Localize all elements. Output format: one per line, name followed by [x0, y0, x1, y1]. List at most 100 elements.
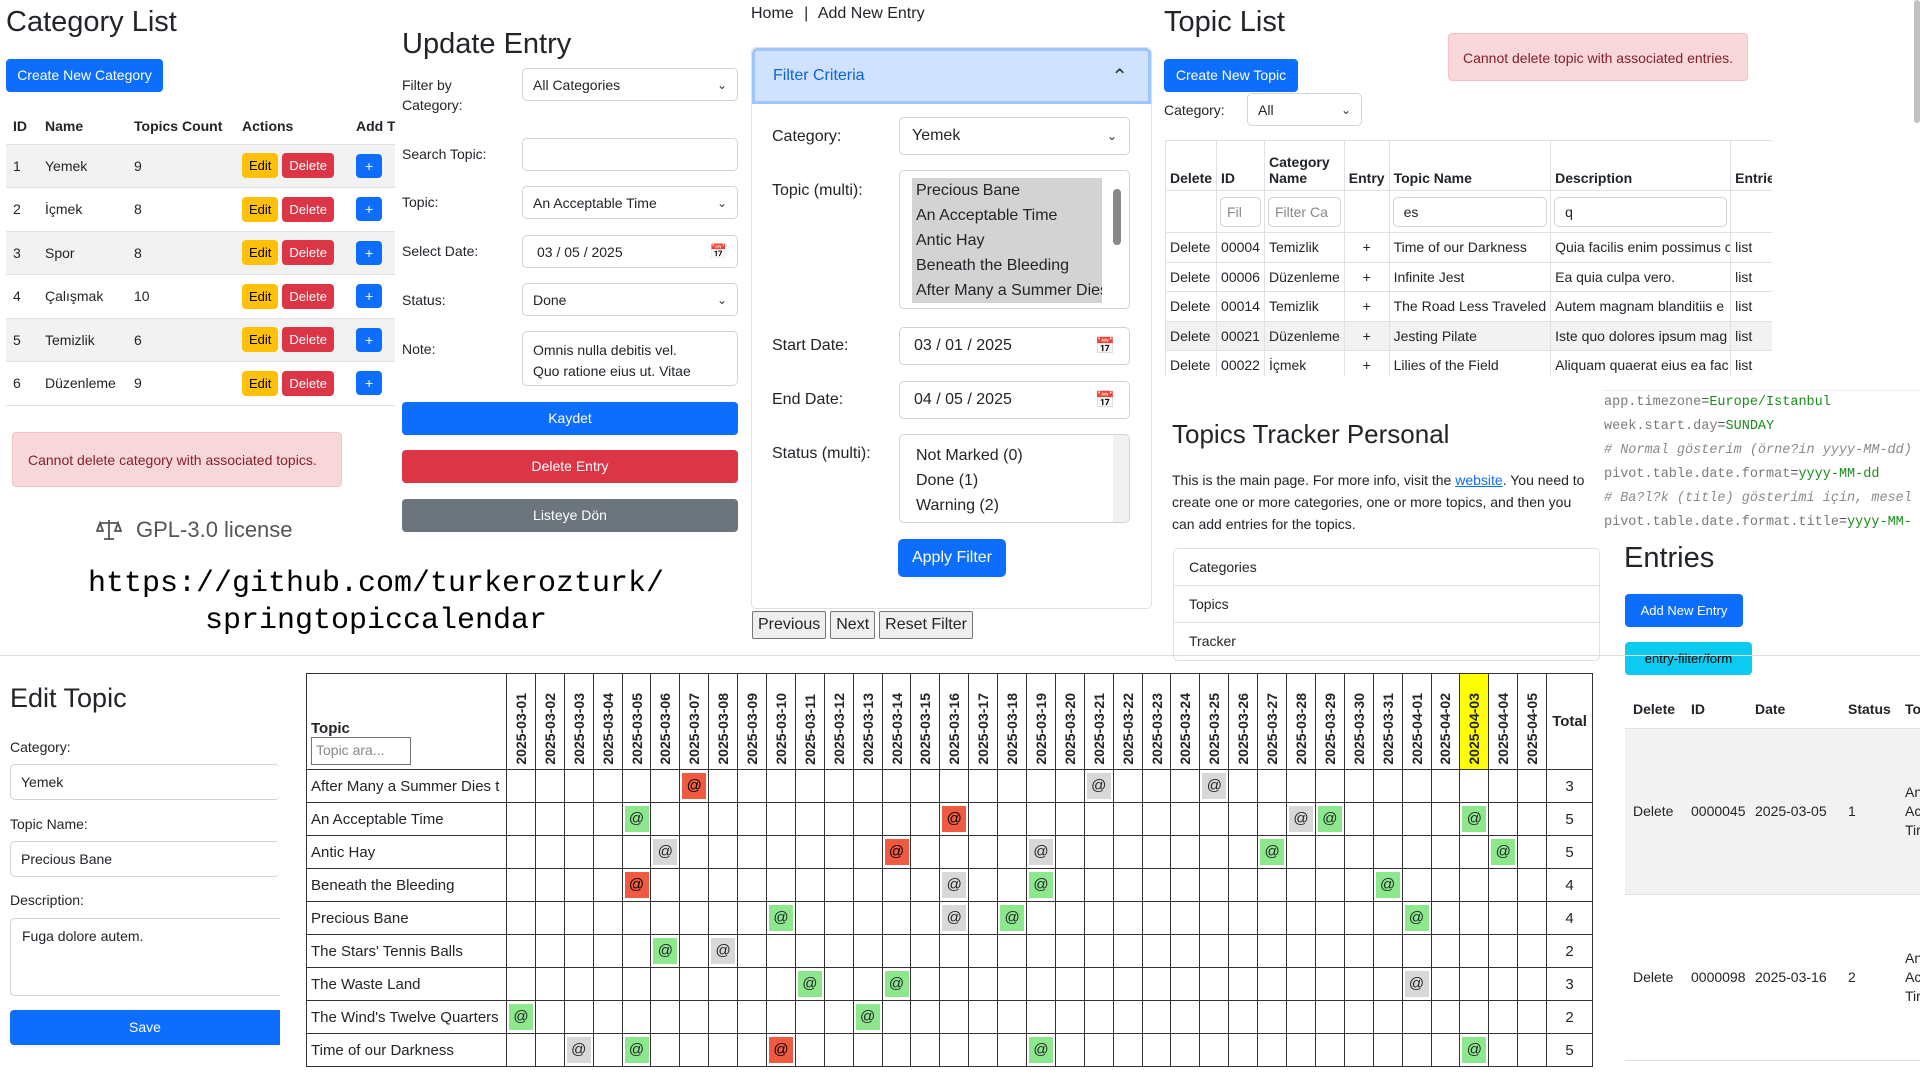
day-cell[interactable]: [1170, 934, 1201, 968]
day-cell[interactable]: @: [650, 835, 681, 869]
day-cell[interactable]: [679, 1033, 710, 1067]
day-cell[interactable]: [534, 1000, 565, 1034]
entry-mark[interactable]: @: [1260, 839, 1285, 865]
day-cell[interactable]: [794, 769, 825, 803]
day-cell[interactable]: [563, 901, 594, 935]
day-cell[interactable]: [1459, 901, 1490, 935]
delete-link[interactable]: Delete: [1170, 328, 1210, 344]
day-cell[interactable]: [1257, 1033, 1288, 1067]
start-date-input[interactable]: 03 / 01 / 2025 📅: [899, 327, 1130, 365]
status-option[interactable]: Not Marked (0): [916, 443, 1023, 468]
day-cell[interactable]: @: [1459, 802, 1490, 836]
day-cell[interactable]: [1517, 1000, 1548, 1034]
day-cell[interactable]: [794, 1033, 825, 1067]
day-cell[interactable]: [1228, 967, 1259, 1001]
day-cell[interactable]: [1257, 802, 1288, 836]
calendar-icon[interactable]: 📅: [1095, 390, 1115, 410]
filter-id-input[interactable]: Fil: [1220, 196, 1261, 227]
add-topic-button[interactable]: +: [356, 327, 383, 352]
calendar-topic-name[interactable]: Precious Bane: [311, 910, 409, 927]
day-cell[interactable]: [1343, 769, 1374, 803]
day-cell[interactable]: [997, 967, 1028, 1001]
day-cell[interactable]: [1141, 901, 1172, 935]
page-scrollbar[interactable]: [1914, 0, 1920, 123]
day-cell[interactable]: [708, 802, 739, 836]
day-cell[interactable]: @: [1314, 802, 1345, 836]
day-cell[interactable]: [910, 934, 941, 968]
day-cell[interactable]: [1228, 802, 1259, 836]
day-cell[interactable]: [621, 967, 652, 1001]
day-cell[interactable]: [621, 901, 652, 935]
day-cell[interactable]: [852, 769, 883, 803]
entries-list-link[interactable]: list: [1735, 239, 1752, 255]
day-cell[interactable]: [1459, 1000, 1490, 1034]
repo-url[interactable]: https://github.com/turkerozturk/ springt…: [0, 566, 752, 640]
entry-mark[interactable]: @: [1086, 773, 1111, 799]
day-cell[interactable]: [650, 802, 681, 836]
day-cell[interactable]: [1083, 868, 1114, 902]
calendar-topic-name[interactable]: Antic Hay: [311, 844, 375, 861]
day-cell[interactable]: [1112, 868, 1143, 902]
day-cell[interactable]: [708, 1033, 739, 1067]
entry-mark[interactable]: @: [884, 971, 909, 997]
delete-link[interactable]: Delete: [1170, 239, 1210, 255]
day-cell[interactable]: [823, 769, 854, 803]
entry-mark[interactable]: @: [508, 1004, 533, 1030]
day-cell[interactable]: [766, 1000, 796, 1034]
day-cell[interactable]: [1343, 868, 1374, 902]
day-cell[interactable]: [1372, 934, 1403, 968]
day-cell[interactable]: [881, 802, 912, 836]
day-cell[interactable]: [1372, 901, 1403, 935]
entry-mark[interactable]: @: [1028, 872, 1053, 898]
entry-mark[interactable]: @: [1375, 872, 1400, 898]
entry-mark[interactable]: @: [942, 872, 967, 898]
day-cell[interactable]: [679, 901, 710, 935]
day-cell[interactable]: [823, 802, 854, 836]
day-cell[interactable]: [823, 1033, 854, 1067]
day-cell[interactable]: [1343, 1000, 1374, 1034]
filter-description-input[interactable]: q: [1554, 196, 1728, 227]
day-cell[interactable]: [939, 835, 970, 869]
day-cell[interactable]: [1372, 1033, 1403, 1067]
day-cell[interactable]: [1170, 868, 1201, 902]
day-cell[interactable]: [1517, 769, 1548, 803]
day-cell[interactable]: [1459, 868, 1490, 902]
day-cell[interactable]: @: [1083, 769, 1114, 803]
day-cell[interactable]: [1112, 769, 1143, 803]
day-cell[interactable]: [679, 835, 710, 869]
day-cell[interactable]: [968, 934, 999, 968]
day-cell[interactable]: [534, 769, 565, 803]
select-date-input[interactable]: 03 / 05 / 2025 📅: [522, 235, 738, 268]
day-cell[interactable]: [1459, 769, 1490, 803]
day-cell[interactable]: [852, 802, 883, 836]
entry-mark[interactable]: @: [942, 806, 967, 832]
day-cell[interactable]: [881, 1000, 912, 1034]
add-topic-button[interactable]: +: [356, 284, 383, 309]
day-cell[interactable]: [1228, 934, 1259, 968]
nav-item-categories[interactable]: Categories: [1174, 549, 1599, 586]
day-cell[interactable]: [1286, 1033, 1316, 1067]
day-cell[interactable]: @: [939, 901, 970, 935]
day-cell[interactable]: [650, 1000, 681, 1034]
topic-scrollbar[interactable]: [1113, 189, 1121, 245]
day-cell[interactable]: [968, 769, 999, 803]
day-cell[interactable]: [679, 1000, 710, 1034]
day-cell[interactable]: @: [1401, 901, 1432, 935]
day-cell[interactable]: [1199, 802, 1230, 836]
day-cell[interactable]: [1112, 1000, 1143, 1034]
day-cell[interactable]: [997, 868, 1028, 902]
topic-multiselect[interactable]: Precious Bane An Acceptable Time Antic Hay…: [899, 170, 1130, 309]
day-cell[interactable]: [534, 934, 565, 968]
day-cell[interactable]: [1257, 1000, 1288, 1034]
day-cell[interactable]: @: [679, 769, 710, 803]
day-cell[interactable]: [679, 934, 710, 968]
entry-mark[interactable]: @: [1028, 839, 1053, 865]
day-cell[interactable]: [852, 1033, 883, 1067]
day-cell[interactable]: [1112, 802, 1143, 836]
day-cell[interactable]: [592, 967, 623, 1001]
day-cell[interactable]: [1372, 835, 1403, 869]
day-cell[interactable]: [1372, 967, 1403, 1001]
day-cell[interactable]: [766, 802, 796, 836]
status-scrollbar[interactable]: [1113, 435, 1129, 522]
day-cell[interactable]: [1228, 769, 1259, 803]
